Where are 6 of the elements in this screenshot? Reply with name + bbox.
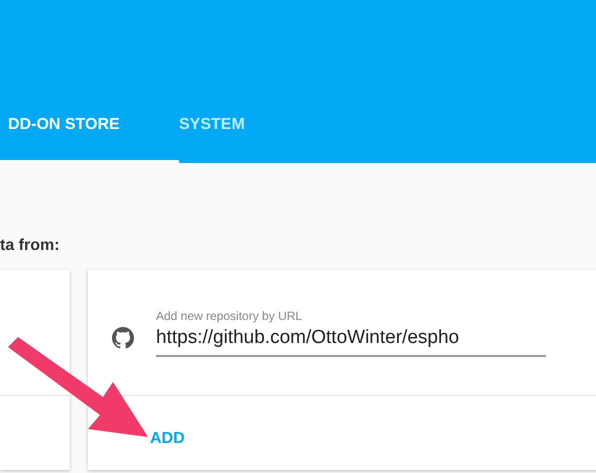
tab[interactable]: SYSTEM	[179, 96, 269, 163]
tab[interactable]: DD-ON STORE	[0, 96, 179, 163]
github-icon	[112, 326, 134, 348]
add-button[interactable]: ADD	[142, 422, 193, 456]
section-text: ta from:	[0, 237, 61, 256]
repository-url-field[interactable]: Add new repository by URL https://github.com/OttoWinter/espho	[156, 308, 546, 356]
